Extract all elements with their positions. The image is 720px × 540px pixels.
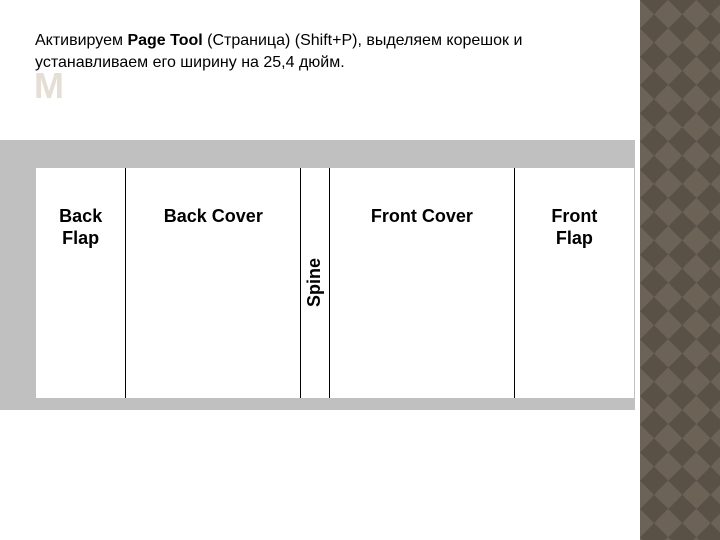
panel-front-flap: Front Flap xyxy=(514,168,634,398)
panel-back-flap: Back Flap xyxy=(36,168,125,398)
panel-label-back-cover: Back Cover xyxy=(164,206,263,228)
cover-layout: Back Flap Back Cover Spine Front Cover F… xyxy=(36,168,634,398)
panel-label-front-cover: Front Cover xyxy=(371,206,473,228)
panel-front-cover: Front Cover xyxy=(329,168,514,398)
panel-label-front-flap: Front Flap xyxy=(551,206,597,249)
watermark-letter: М xyxy=(34,68,65,104)
decorative-checker-strip xyxy=(640,0,720,540)
panel-back-cover: Back Cover xyxy=(125,168,300,398)
instruction-pre: Активируем xyxy=(35,32,127,49)
panel-label-back-flap: Back Flap xyxy=(59,206,102,249)
panel-label-spine: Spine xyxy=(304,258,326,307)
panel-spine: Spine xyxy=(300,168,329,398)
instruction-text: Активируем Page Tool (Страница) (Shift+P… xyxy=(35,30,625,73)
instruction-bold: Page Tool xyxy=(127,32,202,49)
